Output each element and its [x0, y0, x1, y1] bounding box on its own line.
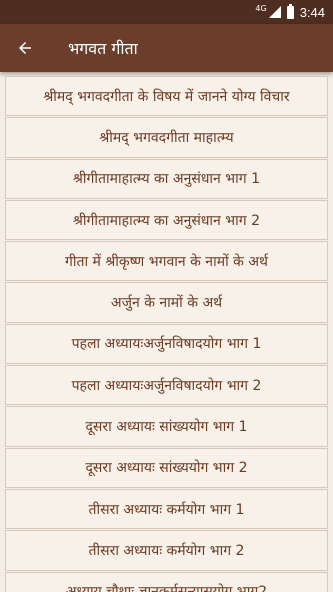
list-item[interactable]: तीसरा अध्यायः कर्मयोग भाग 1	[5, 488, 328, 530]
list-item[interactable]: श्रीमद् भगवदगीता के विषय में जानने योग्य…	[5, 76, 328, 117]
battery-icon	[286, 3, 294, 19]
list-item[interactable]: गीता में श्रीकृष्ण भगवान के नामों के अर्…	[5, 241, 328, 282]
chapter-list: श्रीमद् भगवदगीता के विषय में जानने योग्य…	[0, 76, 333, 592]
list-item[interactable]: तीसरा अध्यायः कर्मयोग भाग 2	[5, 530, 328, 571]
list-item[interactable]: अर्जुन के नामों के अर्थ	[5, 282, 328, 323]
list-item[interactable]: दूसरा अध्यायः सांख्ययोग भाग 1	[5, 406, 328, 447]
list-item[interactable]: अध्याय चौथाः ज्ञानकर्मसन्यासयोग भाग2	[5, 571, 328, 592]
status-bar: 4G 3:44	[0, 0, 333, 24]
signal-icon	[268, 6, 281, 18]
list-item[interactable]: श्रीगीतामाहात्म्य का अनुसंधान भाग 2	[5, 199, 328, 241]
list-item[interactable]: दूसरा अध्यायः सांख्ययोग भाग 2	[5, 447, 328, 488]
arrow-back-icon	[19, 42, 31, 54]
app-bar: भगवत गीता	[0, 24, 333, 72]
status-time: 3:44	[299, 4, 325, 20]
page-title: भगवत गीता	[68, 39, 138, 58]
list-item[interactable]: श्रीगीतामाहात्म्य का अनुसंधान भाग 1	[5, 158, 328, 199]
list-item[interactable]: श्रीमद् भगवदगीता माहात्म्य	[5, 117, 328, 158]
network-type: 4G	[255, 3, 267, 13]
back-button[interactable]	[0, 24, 50, 72]
list-item[interactable]: पहला अध्यायःअर्जुनविषादयोग भाग 1	[5, 323, 328, 365]
list-item[interactable]: पहला अध्यायःअर्जुनविषादयोग भाग 2	[5, 365, 328, 406]
